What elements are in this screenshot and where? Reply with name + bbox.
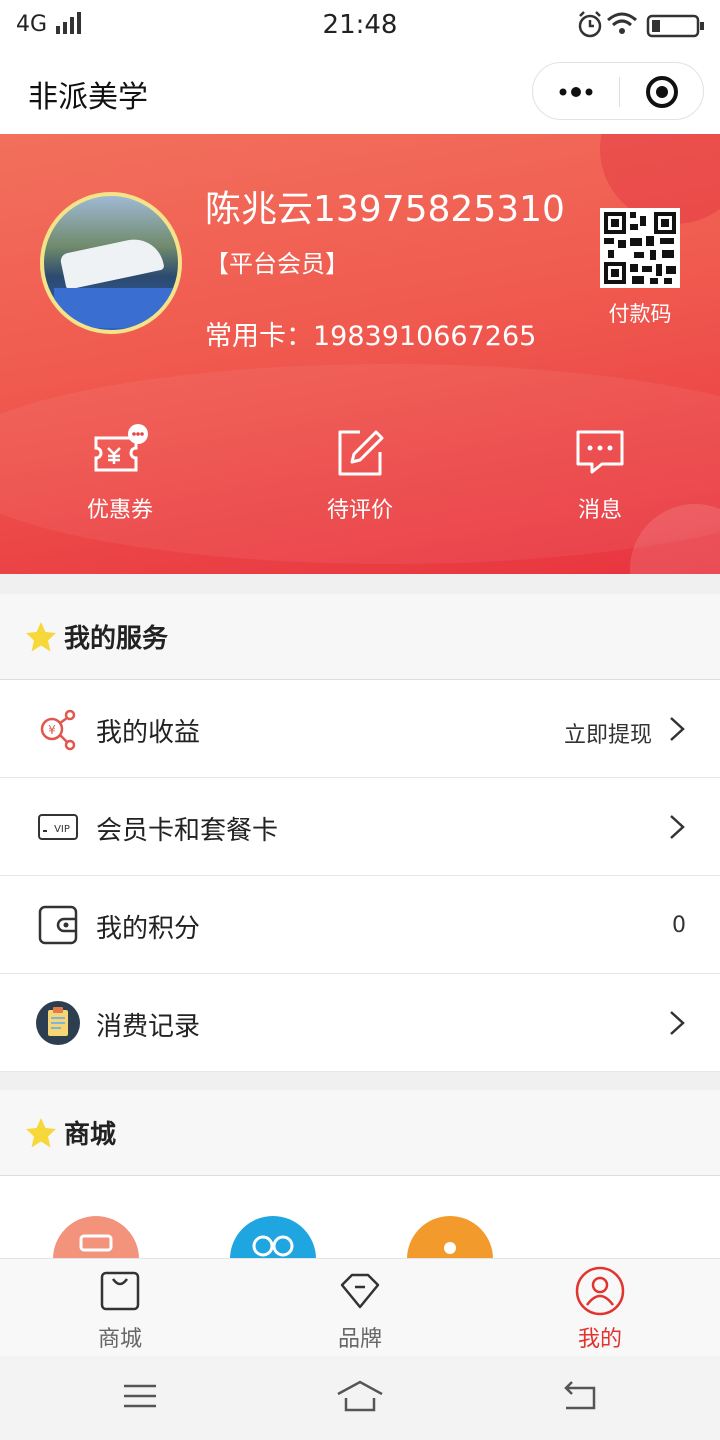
user-name: 陈兆云13975825310 [205,189,565,230]
mall-category-icon[interactable] [53,1216,139,1258]
alarm-icon [578,11,602,38]
service-row-earnings[interactable]: ¥ 我的收益 立即提现 [0,680,720,778]
avatar-boat [59,233,165,291]
chevron-right-icon [670,1011,685,1035]
earnings-icon: ¥ [40,709,76,751]
more-dots-icon [559,87,593,97]
tab-brand[interactable]: 品牌 [240,1259,480,1357]
withdraw-link[interactable]: 立即提现 [564,717,652,749]
service-row-label: 会员卡和套餐卡 [96,816,279,846]
tab-mine[interactable]: 我的 [480,1259,720,1357]
svg-text:¥: ¥ [48,723,56,737]
service-row-label: 消费记录 [96,1012,201,1042]
service-row-label: 我的积分 [96,914,201,944]
quick-action-review[interactable]: 待评价 [280,404,440,534]
service-row-member-cards[interactable]: VIP 会员卡和套餐卡 [0,778,720,876]
title-bar: 非派美学 [0,50,720,134]
common-card: 常用卡：1983910667265 [205,314,536,353]
mini-program-capsule [532,62,704,120]
coupon-icon [94,424,148,472]
quick-action-messages[interactable]: 消息 [520,404,680,534]
system-nav-bar [0,1356,720,1440]
quick-action-coupon[interactable]: 优惠券 [40,404,200,534]
profile-icon [575,1266,625,1316]
battery-icon [646,14,704,38]
more-button[interactable] [533,63,619,121]
message-icon [576,430,624,474]
payment-code-label: 付款码 [608,302,672,326]
back-icon[interactable] [560,1378,600,1414]
mall-grid [0,1176,720,1258]
avatar[interactable] [40,192,182,334]
service-row-label: 我的收益 [96,718,201,748]
location-icon [444,1242,456,1254]
mall-category-icon[interactable] [230,1216,316,1258]
people-icon [252,1235,294,1257]
diamond-icon [340,1273,380,1309]
app-title: 非派美学 [28,80,148,115]
menu-icon[interactable] [120,1378,160,1414]
service-row-points[interactable]: 我的积分 0 [0,876,720,974]
record-icon [36,1001,80,1045]
services-title: 我的服务 [64,624,169,654]
profile-hero: 陈兆云13975825310 【平台会员】 常用卡：1983910667265 … [0,134,720,574]
tab-label: 我的 [577,1327,622,1352]
status-icons [578,11,704,38]
tab-bar: 商城 品牌 我的 [0,1258,720,1356]
member-level: 【平台会员】 [205,250,349,278]
mall-category-icon[interactable] [407,1216,493,1258]
qr-code-icon[interactable] [600,208,680,288]
quick-action-label: 待评价 [326,498,393,523]
edit-icon [338,430,384,476]
mall-title: 商城 [64,1120,117,1150]
common-card-number: 1983910667265 [313,321,537,352]
tab-mall[interactable]: 商城 [0,1259,240,1357]
star-icon [26,1118,56,1148]
services-header: 我的服务 [0,594,720,680]
common-card-label: 常用卡： [205,321,313,352]
close-button[interactable] [620,63,704,121]
tab-label: 品牌 [337,1327,382,1352]
wifi-icon [607,12,637,34]
svg-text:VIP: VIP [54,824,70,835]
service-row-consumption[interactable]: 消费记录 [0,974,720,1072]
chevron-right-icon [670,815,685,839]
home-icon[interactable] [336,1378,384,1414]
close-circle-icon [646,76,678,108]
status-bar: 4G 21:48 [0,0,720,50]
avatar-dock [54,288,174,328]
bag-icon [100,1271,140,1311]
vip-card-icon: VIP [38,814,78,840]
wallet-icon [38,905,78,945]
points-value: 0 [672,913,686,938]
quick-action-label: 消息 [577,498,622,523]
quick-action-label: 优惠券 [86,498,153,523]
mall-header: 商城 [0,1090,720,1176]
tab-label: 商城 [97,1327,142,1352]
chevron-right-icon [670,717,685,741]
star-icon [26,622,56,652]
clipboard-icon [79,1234,113,1252]
